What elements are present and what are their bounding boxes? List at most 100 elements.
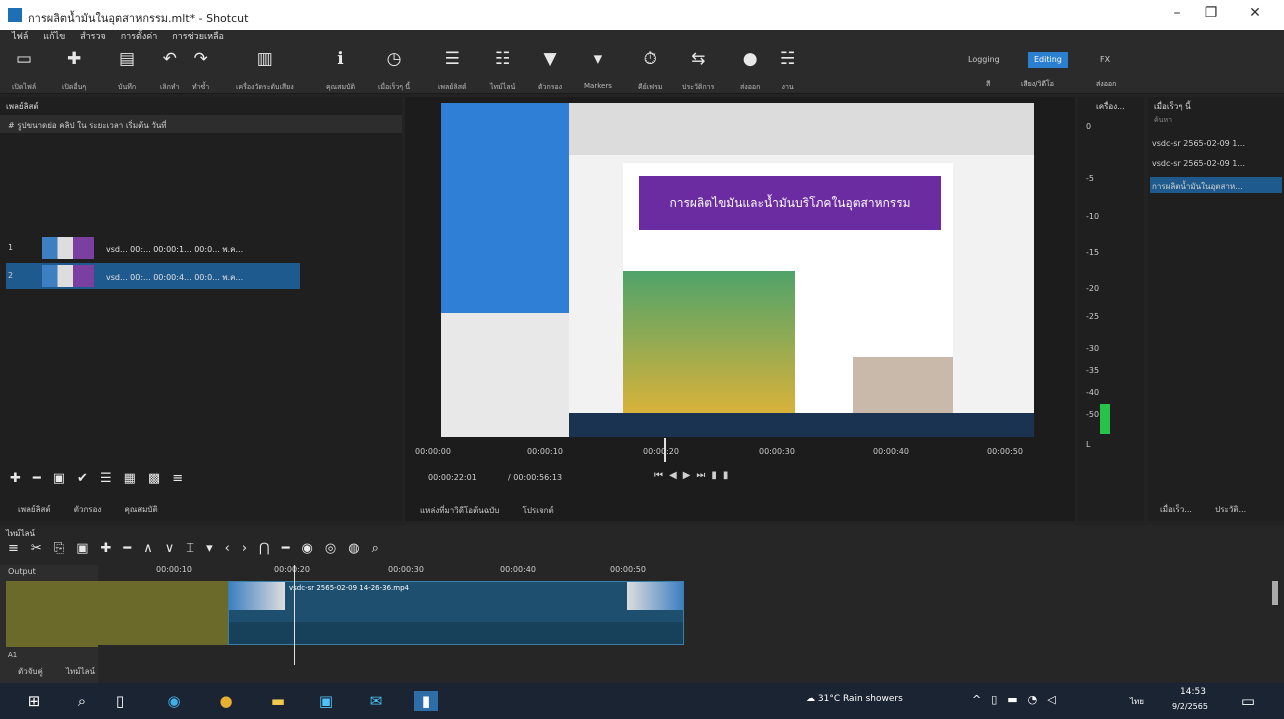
timeline-ruler[interactable]: 00:00:10 00:00:20 00:00:30 00:00:40 00:0… [98,565,686,579]
lift-icon[interactable]: ∧ [143,541,153,556]
scrub-icon[interactable]: ━ [282,541,290,556]
close-icon[interactable]: ✕ [1240,5,1270,25]
menu-icon[interactable]: ≡ [172,471,183,486]
main-toolbar: ▭ เปิดไฟล์ ✚ เปิดอื่นๆ ▤ บันทึก ↶ เลิกทำ ↷ ทำ… [0,44,1284,94]
playlist-row-selected[interactable]: 2 vsd... 00:... 00:00:4... 00:0... พ.ค..… [6,263,300,289]
tab-filters[interactable]: ตัวกรอง [74,505,102,514]
keyframes-button[interactable]: ⏱ คีย์เฟรม [638,48,663,93]
export-button[interactable]: ● ส่งออก [740,48,760,93]
remove-icon[interactable]: ━ [33,471,41,486]
notifications-icon[interactable]: ▭ [1238,691,1258,711]
ripple-icon[interactable]: ◉ [302,541,313,556]
task-view-icon[interactable]: ▯ [110,691,130,711]
clock-time[interactable]: 14:53 [1180,687,1206,697]
audio-level-bar [1100,404,1110,434]
save-button[interactable]: ▤ บันทึก [118,48,136,93]
clock-date[interactable]: 9/2/2565 [1172,702,1208,711]
logging-layout-button[interactable]: Logging [962,52,1006,68]
cut-icon[interactable]: ✂ [31,541,42,556]
ripple-markers-icon[interactable]: ◍ [348,541,359,556]
file-explorer-icon[interactable]: ▬ [268,691,288,711]
fx-layout-button[interactable]: FX [1094,52,1116,68]
open-file-button[interactable]: ▭ เปิดไฟล์ [12,48,36,93]
menu-edit[interactable]: แก้ไข [43,32,65,42]
tab-properties[interactable]: คุณสมบัติ [125,505,158,514]
recent-search-input[interactable]: ค้นหา [1152,113,1278,127]
menu-help[interactable]: การช่วยเหลือ [172,32,224,42]
tab-timeline[interactable]: ไทม์ไลน์ [66,667,95,676]
append-icon[interactable]: ▣ [76,541,88,556]
mail-icon[interactable]: ✉ [366,691,386,711]
zoom-out-icon[interactable]: ⌕ [372,541,379,556]
tab-project[interactable]: โปรเจกต์ [523,506,554,515]
markers-button[interactable]: ▾ Markers [584,48,612,90]
tab-history[interactable]: ประวัติ... [1215,505,1246,514]
snap-icon[interactable]: ⋂ [259,541,270,556]
player-layout-button[interactable]: ส่งออก [1090,76,1122,92]
timeline-playhead[interactable] [294,565,295,665]
tiles-view-icon[interactable]: ▦ [124,471,136,486]
window-title: การผลิตน้ำมันในอุตสาหกรรม.mlt* - Shotcut [28,12,249,25]
menu-settings[interactable]: การตั้งค่า [121,32,158,42]
right-panel-tabs: เมื่อเร็ว... ประวัติ... [1160,503,1266,516]
prev-marker-icon[interactable]: ‹ [225,541,230,556]
playlist-row[interactable]: 1 vsd... 00:... 00:00:1... 00:0... พ.ค..… [6,235,300,261]
language-indicator[interactable]: ไทย [1130,695,1144,708]
stopwatch-icon: ⏱ [643,49,657,69]
transport-controls[interactable]: ⏮◀▶⏭▮▮ [654,470,734,481]
player-ruler[interactable]: 00:00:00 00:00:10 00:00:20 00:00:30 00:0… [415,447,1035,461]
add-icon[interactable]: ✚ [10,471,21,486]
recent-button[interactable]: ◷ เมื่อเร็วๆ นี้ [378,48,410,93]
timeline-clip[interactable]: vsdc-sr 2565-02-09 14-26-36.mp4 [228,581,684,645]
paste-icon[interactable]: ⎘ [54,541,64,556]
tab-source[interactable]: แหล่งที่มาวิดีโอต้นฉบับ [420,506,499,515]
tab-keyframes[interactable]: ตัวจับคู่ [18,667,43,676]
chrome-icon[interactable]: ● [216,691,236,711]
undo-button[interactable]: ↶ เลิกทำ [160,48,179,93]
menu-view[interactable]: สำรวจ [80,32,106,42]
overwrite-icon[interactable]: ∨ [165,541,175,556]
recent-item[interactable]: vsdc-sr 2565-02-09 1... [1152,159,1245,168]
timeline-button[interactable]: ☷ ไทม์ไลน์ [490,48,515,93]
timeline-title: ไทม์ไลน์ [6,529,35,538]
player-playhead[interactable] [664,438,666,462]
maximize-icon[interactable]: ❐ [1196,5,1226,25]
tab-playlist[interactable]: เพลย์ลิสต์ [18,505,51,514]
update-icon[interactable]: ▣ [53,471,65,486]
remove-icon[interactable]: ━ [123,541,131,556]
redo-button[interactable]: ↷ ทำซ้ำ [192,48,209,93]
windows-start-icon[interactable]: ⊞ [24,691,44,711]
jobs-button[interactable]: ☵ งาน [780,48,795,93]
check-icon[interactable]: ✔ [77,471,88,486]
shotcut-taskbar-icon[interactable]: ▮ [414,691,438,711]
current-time[interactable]: 00:00:22:01 [428,473,477,482]
add-icon[interactable]: ✚ [101,541,112,556]
color-layout-button[interactable]: สี [980,76,996,92]
history-button[interactable]: ⇆ ประวัติการ [682,48,714,93]
recent-item-selected[interactable]: การผลิตน้ำมันในอุตสาห... [1150,177,1282,193]
edge-icon[interactable]: ◉ [164,691,184,711]
menu-file[interactable]: ไฟล์ [12,32,28,42]
timeline-scrollbar[interactable] [1272,581,1278,605]
editing-layout-button[interactable]: Editing [1028,52,1068,68]
recent-item[interactable]: vsdc-sr 2565-02-09 1... [1152,139,1245,148]
split-icon[interactable]: ⌶ [186,541,194,556]
next-marker-icon[interactable]: › [242,541,247,556]
open-other-button[interactable]: ✚ เปิดอื่นๆ [62,48,86,93]
store-icon[interactable]: ▣ [316,691,336,711]
details-view-icon[interactable]: ☰ [100,471,112,486]
search-icon[interactable]: ⌕ [72,691,92,711]
icons-view-icon[interactable]: ▩ [148,471,160,486]
system-tray-icons[interactable]: ^▯▬◔◁ [972,693,1066,706]
properties-button[interactable]: ℹ คุณสมบัติ [326,48,355,93]
audio-layout-button[interactable]: เสียง/วิดีโอ [1015,76,1060,92]
peak-meter-button[interactable]: ▥ เครื่องวัดระดับเสียง [236,48,294,93]
weather-widget[interactable]: ☁ 31°C Rain showers [806,694,903,704]
filters-button[interactable]: ▼ ตัวกรอง [538,48,562,93]
tab-recent[interactable]: เมื่อเร็ว... [1160,505,1192,514]
menu-icon[interactable]: ≡ [8,541,19,556]
marker-icon[interactable]: ▾ [206,541,213,556]
playlist-button[interactable]: ☰ เพลย์ลิสต์ [438,48,467,93]
ripple-all-icon[interactable]: ◎ [325,541,336,556]
minimize-icon[interactable]: – [1162,5,1192,25]
